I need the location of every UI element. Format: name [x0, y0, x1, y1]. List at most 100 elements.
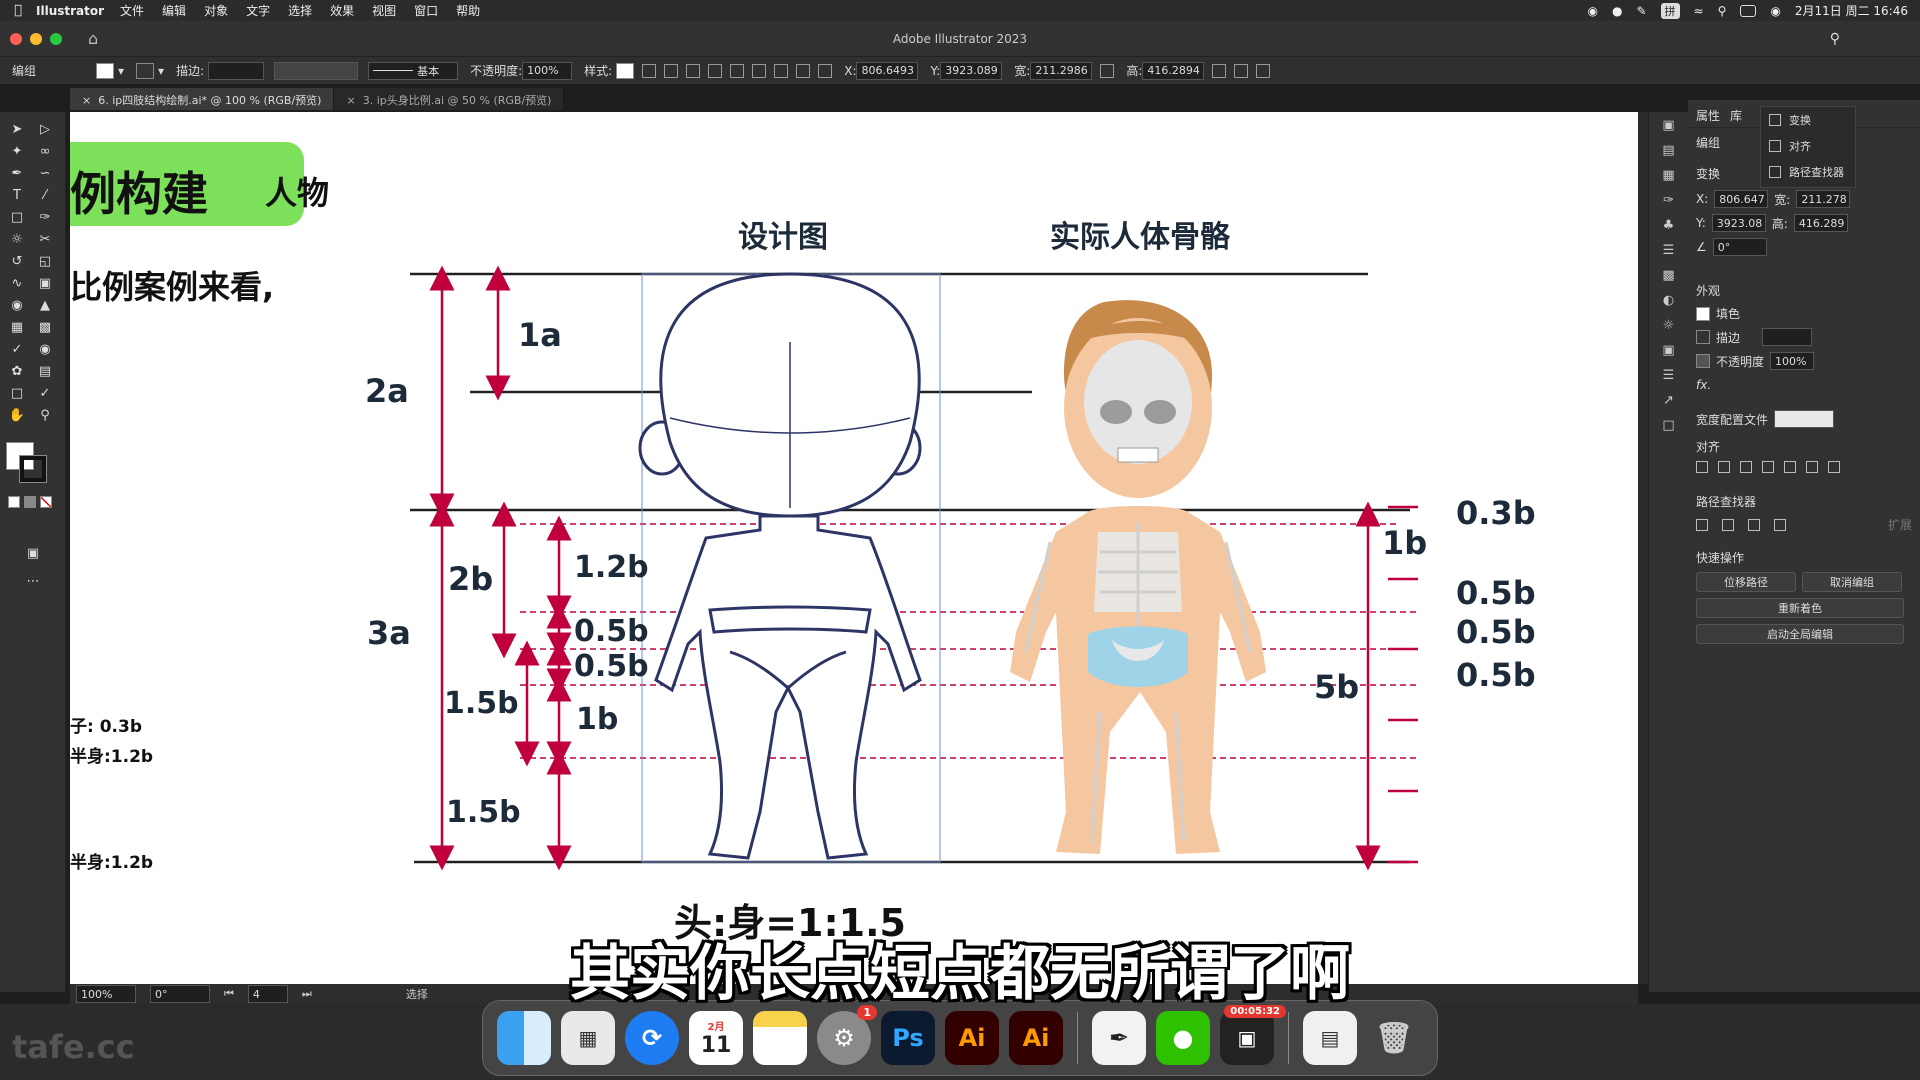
pen-status-icon[interactable]: ✎ [1636, 4, 1646, 18]
minimize-window-button[interactable] [30, 32, 42, 45]
warp-tool-icon[interactable]: ∿ [4, 272, 30, 294]
eyedropper-tool-icon[interactable]: ✓ [4, 338, 30, 360]
brushes-panel-icon[interactable]: ✑ [1663, 193, 1674, 208]
libraries-panel-icon[interactable]: ▤ [1662, 143, 1674, 158]
menu-help[interactable]: 帮助 [456, 2, 480, 19]
appearance-stroke-field[interactable] [1762, 328, 1813, 346]
align-middle-icon[interactable] [774, 63, 789, 78]
tab-document-1[interactable]: × 6. ip四肢结构绘制.ai* @ 100 % (RGB/预览) [70, 88, 335, 110]
align-right-icon[interactable] [730, 63, 745, 78]
align-top-icon[interactable] [752, 63, 767, 78]
width-profile-select[interactable] [1774, 410, 1835, 428]
align-to-icon[interactable] [1696, 461, 1708, 473]
siri-icon[interactable]: ◉ [1770, 4, 1780, 18]
slice-tool-icon[interactable]: ✓ [32, 382, 58, 404]
stroke-weight-field[interactable] [208, 61, 265, 80]
rectangle-tool-icon[interactable]: □ [4, 206, 30, 228]
swatches-panel-icon[interactable]: ▦ [1662, 168, 1674, 183]
align-center-icon[interactable] [708, 63, 723, 78]
transform-x-field[interactable]: 806.647 [1714, 190, 1769, 208]
home-icon[interactable]: ⌂ [88, 29, 98, 48]
direct-selection-tool-icon[interactable]: ▷ [32, 118, 58, 140]
artboards-panel-icon[interactable]: □ [1662, 418, 1674, 433]
expand-button[interactable]: 扩展 [1888, 516, 1912, 533]
ime-indicator[interactable]: 拼 [1660, 2, 1680, 19]
illustrator-app-icon[interactable]: Ai [945, 1011, 999, 1065]
menu-object[interactable]: 对象 [204, 2, 228, 19]
gradient-mode-icon[interactable] [24, 496, 36, 508]
clock-text[interactable]: 2月11日 周二 16:46 [1795, 2, 1908, 19]
width-field[interactable]: 211.2986 [1030, 61, 1093, 80]
layers-panel-icon[interactable]: ☰ [1663, 368, 1675, 383]
height-field[interactable]: 416.2894 [1142, 61, 1205, 80]
screen-recorder-app-icon[interactable]: ▣ 00:05:32 [1220, 1005, 1286, 1065]
wechat-status-icon[interactable]: ● [1612, 4, 1622, 18]
magic-wand-tool-icon[interactable]: ✦ [4, 140, 30, 162]
float-item-align[interactable]: 对齐 [1761, 133, 1855, 159]
export-panel-icon[interactable]: ↗ [1663, 393, 1674, 408]
tab-properties[interactable]: 属性 [1696, 107, 1720, 124]
apple-icon[interactable]:  [0, 3, 36, 18]
artboard-canvas[interactable]: 例构建 人物 比例案例来看, 子: 0.3b 半身:1.2b 半身:1.2b 设… [70, 112, 1638, 984]
style-swatch[interactable] [616, 62, 635, 79]
fill-swatch[interactable]: ▾ [96, 62, 124, 79]
float-item-pathfinder[interactable]: 路径查找器 [1761, 159, 1855, 185]
align-bottom-icon[interactable] [1828, 461, 1840, 473]
illustrator-2-app-icon[interactable]: Ai [1009, 1011, 1063, 1065]
graphic-styles-panel-icon[interactable]: ▣ [1662, 343, 1674, 358]
symbols-panel-icon[interactable]: ♣ [1663, 218, 1675, 233]
close-window-button[interactable] [10, 32, 22, 45]
recolor-icon[interactable] [642, 63, 657, 78]
graph-tool-icon[interactable]: ▤ [32, 360, 58, 382]
shape-builder-tool-icon[interactable]: ◉ [4, 294, 30, 316]
rotate-tool-icon[interactable]: ↺ [4, 250, 30, 272]
appearance-opacity-field[interactable]: 100% [1770, 352, 1815, 370]
align-right-icon[interactable] [1762, 461, 1774, 473]
brush-select[interactable]: 基本 [368, 61, 459, 80]
lasso-tool-icon[interactable]: ∞ [32, 140, 58, 162]
align-hcenter-icon[interactable] [1740, 461, 1752, 473]
menu-edit[interactable]: 编辑 [162, 2, 186, 19]
scissors-tool-icon[interactable]: ✂ [32, 228, 58, 250]
menu-app-name[interactable]: Illustrator [36, 4, 104, 18]
color-mode-icon[interactable] [8, 496, 20, 508]
transform-icon[interactable] [1212, 63, 1227, 78]
menu-icon[interactable] [1256, 63, 1271, 78]
trash-icon[interactable]: 🗑 [1367, 1011, 1421, 1065]
appearance-stroke-swatch[interactable] [1696, 330, 1710, 344]
mesh-tool-icon[interactable]: ▦ [4, 316, 30, 338]
intersect-icon[interactable] [1748, 518, 1760, 531]
variable-width-select[interactable] [274, 61, 359, 80]
stroke-swatch[interactable]: ▾ [136, 62, 164, 79]
photoshop-app-icon[interactable]: Ps [881, 1011, 935, 1065]
transform-w-field[interactable]: 211.278 [1796, 190, 1851, 208]
appearance-panel-icon[interactable]: ☼ [1663, 318, 1675, 333]
pen-app-icon[interactable]: ✒ [1092, 1011, 1146, 1065]
screen-mode-icon[interactable]: ▣ [20, 542, 46, 564]
transform-y-field[interactable]: 3923.08 [1711, 214, 1766, 232]
align-left-icon[interactable] [1718, 461, 1730, 473]
wechat-app-icon[interactable]: ● [1156, 1011, 1210, 1065]
control-center-icon[interactable] [1740, 4, 1757, 17]
search-icon[interactable]: ⚲ [1718, 4, 1727, 18]
stroke-panel-icon[interactable]: ☰ [1663, 243, 1675, 258]
zoom-tool-icon[interactable]: ⚲ [32, 404, 58, 426]
stroke-swatch[interactable] [19, 455, 47, 483]
transform-h-field[interactable]: 416.289 [1793, 214, 1848, 232]
gradient-tool-icon[interactable]: ▩ [32, 316, 58, 338]
calendar-app-icon[interactable]: 2月 11 [689, 1011, 743, 1065]
free-transform-tool-icon[interactable]: ▣ [32, 272, 58, 294]
paintbrush-tool-icon[interactable]: ✑ [32, 206, 58, 228]
recolor-button[interactable]: 重新着色 [1696, 598, 1904, 618]
align-vcenter-icon[interactable] [1806, 461, 1818, 473]
reference-point-icon[interactable] [818, 63, 833, 78]
artboard-tool-icon[interactable]: □ [4, 382, 30, 404]
fill-stroke-widget[interactable] [6, 442, 47, 483]
fx-icon[interactable]: fx. [1696, 378, 1711, 392]
isolate-icon[interactable] [1234, 63, 1249, 78]
minus-front-icon[interactable] [1722, 518, 1734, 531]
exclude-icon[interactable] [1774, 518, 1786, 531]
opacity-field[interactable]: 100% [522, 61, 573, 80]
zoom-window-button[interactable] [50, 32, 62, 45]
align-to-icon[interactable] [664, 63, 679, 78]
